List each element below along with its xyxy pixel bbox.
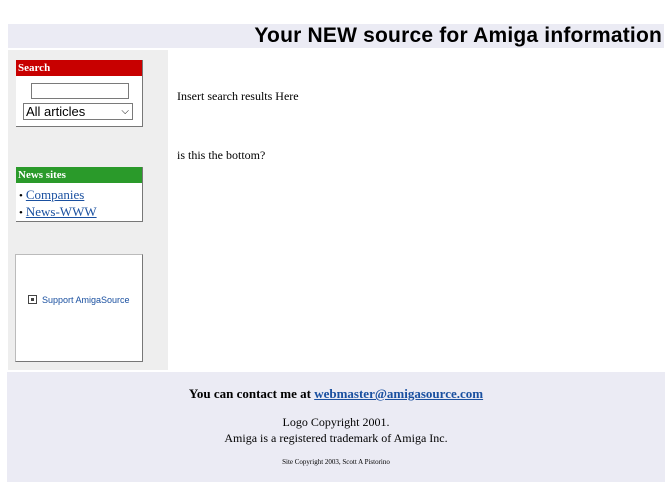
footer-contact: You can contact me at webmaster@amigasou… [7,386,665,402]
search-panel-title: Search [16,60,142,76]
article-type-select[interactable]: All articles ⌵ [23,103,133,120]
trademark-notice: Amiga is a registered trademark of Amiga… [224,431,448,445]
support-amigasource-link[interactable]: Support AmigaSource [28,295,130,306]
bullet-icon: • [19,190,23,202]
footer-legal: Logo Copyright 2001. Amiga is a register… [7,414,665,446]
site-copyright: Site Copyright 2003, Scott A Pistorino [282,458,390,466]
support-panel: Support AmigaSource [15,254,143,362]
article-type-select-value: All articles [26,104,86,119]
logo-copyright: Logo Copyright 2001. [282,415,390,429]
contact-email-link[interactable]: webmaster@amigasource.com [314,386,483,401]
search-input[interactable] [31,83,129,99]
sidebar: Search All articles ⌵ News sites • Compan… [8,50,168,370]
news-link-news-www[interactable]: News-WWW [26,204,97,219]
header-banner: Your NEW source for Amiga information [8,24,664,48]
contact-prefix: You can contact me at [188,386,315,401]
news-link-companies[interactable]: Companies [26,187,85,202]
search-panel: Search All articles ⌵ [16,60,143,127]
list-item: • News-WWW [19,204,142,221]
chevron-down-icon: ⌵ [121,106,129,117]
news-sites-title: News sites [16,167,142,183]
page-title: Your NEW source for Amiga information [254,24,662,47]
list-item: • Companies [19,187,142,204]
bullet-icon: • [19,207,23,219]
news-sites-panel: News sites • Companies • News-WWW [16,167,143,222]
bottom-text: is this the bottom? [177,148,266,162]
footer: You can contact me at webmaster@amigasou… [7,372,665,482]
support-link-label: Support AmigaSource [42,295,130,305]
news-sites-list: • Companies • News-WWW [16,183,142,221]
broken-image-icon [28,295,37,304]
search-results-text: Insert search results Here [177,89,299,103]
